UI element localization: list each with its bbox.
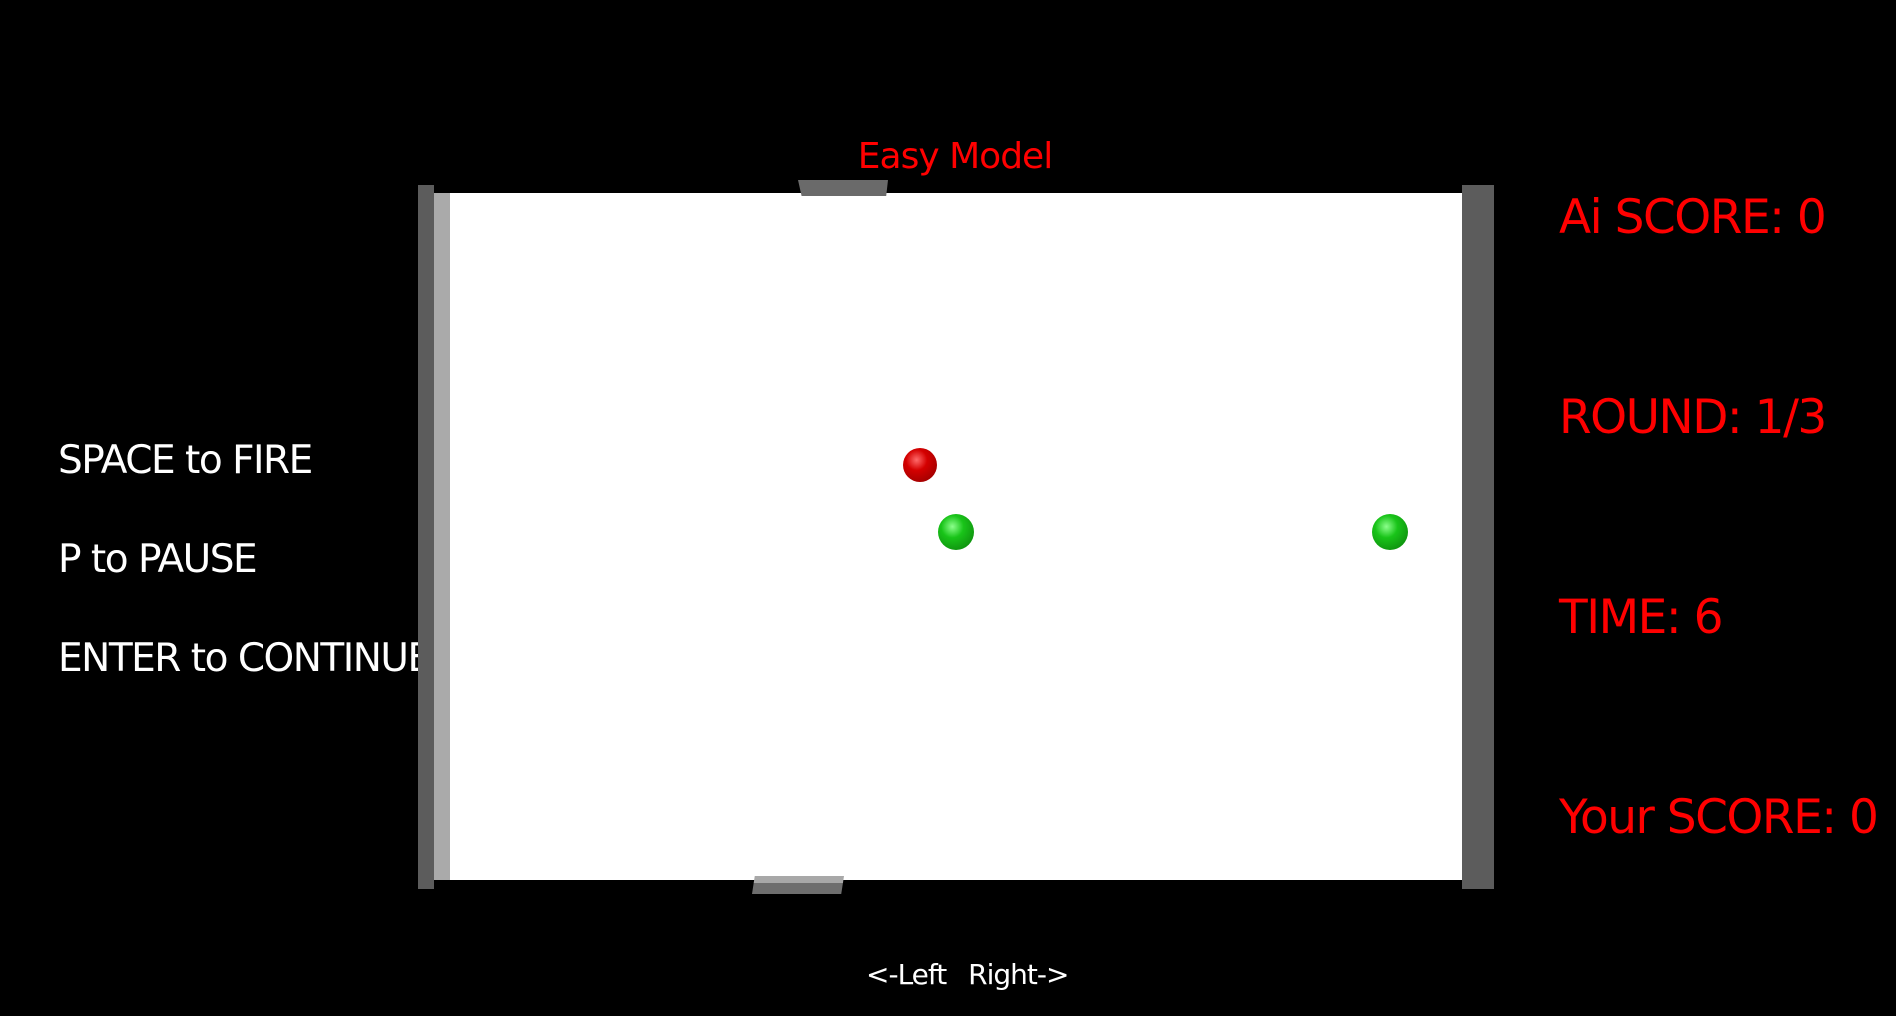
pause-instruction: P to PAUSE — [58, 537, 258, 582]
green-ball — [938, 514, 974, 550]
ai-paddle — [798, 180, 888, 196]
player-paddle[interactable] — [752, 876, 844, 894]
continue-instruction: ENTER to CONTINUE — [58, 636, 432, 681]
right-wall — [1462, 185, 1494, 889]
time-counter: TIME: 6 — [1559, 590, 1724, 645]
fire-instruction: SPACE to FIRE — [58, 438, 313, 483]
green-ball — [1372, 514, 1408, 550]
ai-score: Ai SCORE: 0 — [1559, 190, 1827, 245]
left-wall — [418, 185, 434, 889]
round-counter: ROUND: 1/3 — [1559, 390, 1827, 445]
game-mode-title: Easy Model — [857, 136, 1053, 177]
movement-controls-hint: <-Left Right-> — [866, 958, 1069, 991]
left-wall-face — [434, 193, 450, 880]
red-ball — [903, 448, 937, 482]
player-score: Your SCORE: 0 — [1559, 790, 1879, 845]
